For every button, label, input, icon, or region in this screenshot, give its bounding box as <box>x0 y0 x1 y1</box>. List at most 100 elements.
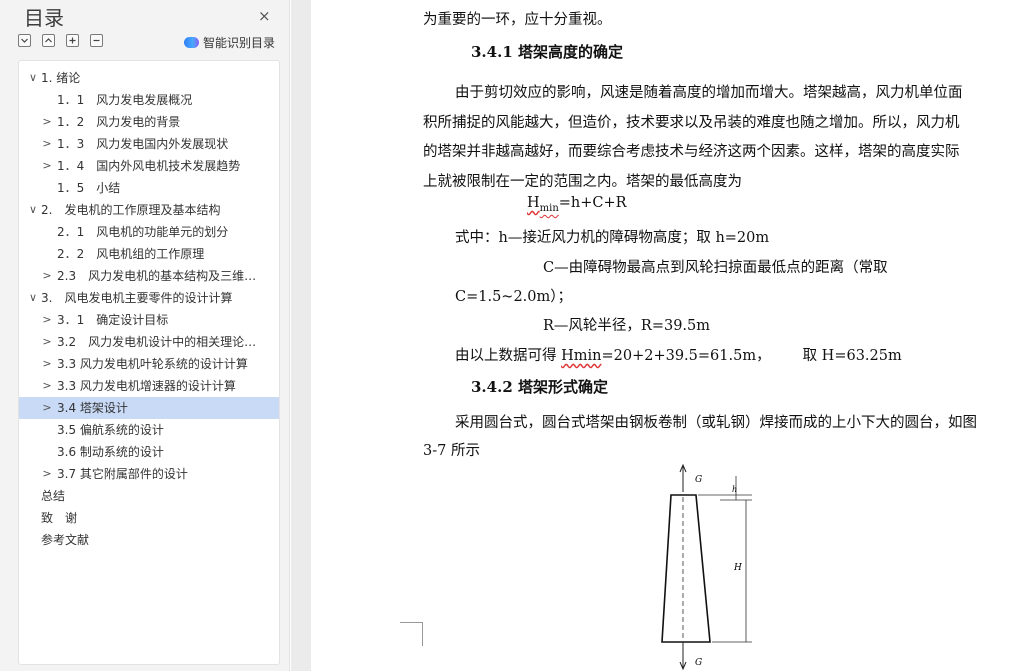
toc-item[interactable]: >1．3 风力发电国内外发展现状 <box>19 133 279 155</box>
label-g-bottom: G <box>695 658 702 668</box>
paragraph-line: 为重要的一环，应十分重视。 <box>423 12 612 28</box>
formula-subscript: min <box>539 202 559 214</box>
paragraph-line: 上就被限制在一定的范围之内。塔架的最低高度为 <box>423 174 742 190</box>
chevron-down-icon[interactable]: ∨ <box>27 67 39 89</box>
chevron-right-icon[interactable]: > <box>41 331 53 353</box>
toc-item-label: 总结 <box>41 489 66 503</box>
page-corner-mark <box>400 622 423 646</box>
toc-item[interactable]: >3.4 塔架设计 <box>19 397 279 419</box>
chevron-right-icon[interactable]: > <box>41 265 53 287</box>
toc-item[interactable]: 参考文献 <box>19 529 279 551</box>
toc-item-label: 1. 绪论 <box>41 71 81 85</box>
sidebar-title: 目录 <box>24 6 64 30</box>
toc-item-label: 1．4 国内外风电机技术发展趋势 <box>57 159 241 173</box>
toc-item[interactable]: ∨ 1. 绪论 <box>19 67 279 89</box>
toc-item-label: 3.4 塔架设计 <box>57 401 128 415</box>
paragraph-line: R—风轮半径，R=39.5m <box>543 318 711 334</box>
result-take: 取 H=63.25m <box>802 348 902 364</box>
plus-icon <box>69 37 76 44</box>
toc-item[interactable]: >3.3 风力发电机叶轮系统的设计计算 <box>19 353 279 375</box>
chevron-right-icon[interactable]: > <box>41 133 53 155</box>
toc-item[interactable]: >3.2 风力发电机设计中的相关理论… <box>19 331 279 353</box>
result-symbol: Hmin <box>561 348 602 364</box>
toc-item-label: 2. 发电机的工作原理及基本结构 <box>41 203 221 217</box>
toc-item[interactable]: 2．2 风电机组的工作原理 <box>19 243 279 265</box>
toc-item-label: 3.7 其它附属部件的设计 <box>57 467 188 481</box>
close-icon[interactable]: × <box>258 7 271 25</box>
toc-item-label: 2.3 风力发电机的基本结构及三维… <box>57 269 257 283</box>
tower-figure: G h H G <box>661 463 752 671</box>
chevron-down-icon[interactable]: ∨ <box>27 199 39 221</box>
result-value: =20+2+39.5=61.5m， <box>601 348 771 364</box>
toc-item-label: 2．2 风电机组的工作原理 <box>57 247 205 261</box>
toc-item[interactable]: >1．4 国内外风电机技术发展趋势 <box>19 155 279 177</box>
toc-item-label: 参考文献 <box>41 533 90 547</box>
formula-body: =h+C+R <box>558 195 627 211</box>
chevron-right-icon[interactable]: > <box>41 155 53 177</box>
label-g-top: G <box>695 475 702 485</box>
chevron-down-icon[interactable]: ∨ <box>27 287 39 309</box>
toc-item[interactable]: 3.5 偏航系统的设计 <box>19 419 279 441</box>
paragraph-line: C=1.5~2.0m）； <box>455 289 573 305</box>
chevron-down-icon <box>21 38 28 43</box>
toc-item[interactable]: >3．1 确定设计目标 <box>19 309 279 331</box>
label-h-big: H <box>733 563 742 573</box>
heading-3-4-1: 3.4.1 塔架高度的确定 <box>471 43 623 61</box>
toc-item-label: 3.3 风力发电机叶轮系统的设计计算 <box>57 357 248 371</box>
result-prefix: 由以上数据可得 <box>455 348 562 364</box>
toc-item-label: 3．1 确定设计目标 <box>57 313 169 327</box>
toc-item[interactable]: >2.3 风力发电机的基本结构及三维… <box>19 265 279 287</box>
toc-item[interactable]: >1．2 风力发电的背景 <box>19 111 279 133</box>
cloud-ai-icon <box>184 37 199 48</box>
collapse-level-button[interactable] <box>90 34 103 47</box>
heading-3-4-2: 3.4.2 塔架形式确定 <box>471 378 608 396</box>
paragraph-line: 的塔架并非越高越好，而要综合考虑技术与经济这两个因素。这样，塔架的高度实际 <box>423 144 960 160</box>
toc-item-label: 1．3 风力发电国内外发展现状 <box>57 137 229 151</box>
chevron-up-icon <box>45 38 52 43</box>
toc-item[interactable]: >3.7 其它附属部件的设计 <box>19 463 279 485</box>
tower-outline <box>661 494 711 643</box>
minus-icon <box>93 39 100 42</box>
toc-item[interactable]: 总结 <box>19 485 279 507</box>
toc-item-label: 1．1 风力发电发展概况 <box>57 93 193 107</box>
toc-item[interactable]: ∨ 3. 风电发电机主要零件的设计计算 <box>19 287 279 309</box>
expand-all-button[interactable] <box>18 34 31 47</box>
toc-item[interactable]: 2．1 风电机的功能单元的划分 <box>19 221 279 243</box>
formula-symbol: H <box>527 195 540 211</box>
chevron-right-icon[interactable]: > <box>41 375 53 397</box>
paragraph-line: 3-7 所示 <box>423 443 480 459</box>
toc-item[interactable]: 致 谢 <box>19 507 279 529</box>
toc-item-label: 3. 风电发电机主要零件的设计计算 <box>41 291 233 305</box>
paragraph-line: C—由障碍物最高点到风轮扫掠面最低点的距离（常取 <box>543 260 888 276</box>
toc-item[interactable]: 1．5 小结 <box>19 177 279 199</box>
toc-item-label: 1．5 小结 <box>57 181 121 195</box>
smart-toc-button[interactable]: 智能识别目录 <box>184 34 275 51</box>
result-line: 由以上数据可得 Hmin=20+2+39.5=61.5m， 取 H=63.25m <box>455 344 902 365</box>
toc-sidebar: 目录 × 智能识别目录 ∨ 1. 绪论 1．1 风力发电发展概况 >1．2 风力发电的… <box>0 0 290 671</box>
chevron-right-icon[interactable]: > <box>41 397 53 419</box>
toc-item[interactable]: >3.3 风力发电机增速器的设计计算 <box>19 375 279 397</box>
smart-toc-label: 智能识别目录 <box>203 36 276 50</box>
toc-item[interactable]: 3.6 制动系统的设计 <box>19 441 279 463</box>
chevron-right-icon[interactable]: > <box>41 463 53 485</box>
label-h-small: h <box>732 485 737 494</box>
collapse-all-button[interactable] <box>42 34 55 47</box>
toc-item-label: 2．1 风电机的功能单元的划分 <box>57 225 229 239</box>
paragraph-line: 采用圆台式，圆台式塔架由钢板卷制（或轧钢）焊接而成的上小下大的圆台，如图 <box>455 415 977 431</box>
paragraph-line: 式中：h—接近风力机的障碍物高度；取 h=20m <box>455 230 770 246</box>
chevron-right-icon[interactable]: > <box>41 353 53 375</box>
paragraph-line: 由于剪切效应的影响，风速是随着高度的增加而增大。塔架越高，风力机单位面 <box>455 85 963 101</box>
toc-tree: ∨ 1. 绪论 1．1 风力发电发展概况 >1．2 风力发电的背景 >1．3 风力发电国… <box>18 60 280 665</box>
formula-hmin: Hmin=h+C+R <box>527 195 627 214</box>
toc-item[interactable]: ∨ 2. 发电机的工作原理及基本结构 <box>19 199 279 221</box>
paragraph-line: 积所捕捉的风能越大，但造价，技术要求以及吊装的难度也随之增加。所以，风力机 <box>423 115 960 131</box>
toc-item-label: 致 谢 <box>41 511 78 525</box>
toc-item-label: 3.5 偏航系统的设计 <box>57 423 164 437</box>
toc-item-label: 1．2 风力发电的背景 <box>57 115 181 129</box>
toc-item-label: 3.6 制动系统的设计 <box>57 445 164 459</box>
toc-item[interactable]: 1．1 风力发电发展概况 <box>19 89 279 111</box>
chevron-right-icon[interactable]: > <box>41 309 53 331</box>
toc-item-label: 3.3 风力发电机增速器的设计计算 <box>57 379 236 393</box>
chevron-right-icon[interactable]: > <box>41 111 53 133</box>
expand-level-button[interactable] <box>66 34 79 47</box>
